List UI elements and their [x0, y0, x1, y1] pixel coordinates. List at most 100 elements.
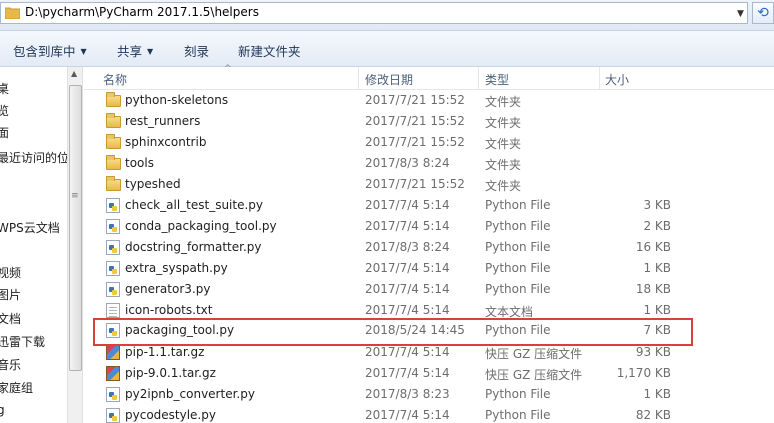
file-type: 快压 GZ 压缩文件	[485, 347, 583, 361]
share-label: 共享	[117, 44, 143, 59]
file-size: 3 KB	[643, 198, 671, 212]
folder-icon	[5, 7, 20, 19]
chevron-down-icon[interactable]: ▼	[737, 9, 747, 19]
folder-icon	[106, 92, 121, 107]
nav-item[interactable]: 面	[0, 124, 9, 141]
text-file-icon	[106, 303, 120, 318]
burn-label: 刻录	[184, 44, 210, 59]
file-name: sphinxcontrib	[125, 135, 207, 149]
sort-ascending-icon: ^	[224, 64, 232, 74]
list-item[interactable]: python-skeletons 2017/7/21 15:52 文件夹	[84, 90, 774, 111]
new-folder-button[interactable]: 新建文件夹	[238, 41, 301, 60]
list-item[interactable]: rest_runners 2017/7/21 15:52 文件夹	[84, 111, 774, 132]
new-folder-label: 新建文件夹	[238, 44, 301, 59]
file-size: 93 KB	[635, 345, 671, 359]
python-file-icon	[106, 261, 120, 276]
column-name[interactable]: 名称	[103, 71, 127, 88]
python-file-icon	[106, 240, 120, 255]
list-item[interactable]: extra_syspath.py 2017/7/4 5:14 Python Fi…	[84, 258, 774, 279]
file-name: docstring_formatter.py	[125, 240, 262, 254]
nav-item-thunder-downloads[interactable]: 迅雷下载	[0, 333, 45, 350]
file-date: 2017/7/4 5:14	[365, 198, 450, 212]
list-item[interactable]: docstring_formatter.py 2017/8/3 8:24 Pyt…	[84, 237, 774, 258]
list-item[interactable]: generator3.py 2017/7/4 5:14 Python File …	[84, 279, 774, 300]
nav-item-recent-places[interactable]: 最近访问的位置	[0, 149, 67, 166]
file-name: generator3.py	[125, 282, 211, 296]
file-type: Python File	[485, 219, 551, 233]
file-date: 2017/7/21 15:52	[365, 93, 465, 107]
highlight-box	[93, 318, 693, 346]
nav-item-music[interactable]: 音乐	[0, 356, 21, 373]
file-type: 文件夹	[485, 137, 522, 151]
file-date: 2017/7/4 5:14	[365, 366, 450, 380]
scrollbar-thumb[interactable]	[69, 85, 82, 371]
file-name: typeshed	[125, 177, 181, 191]
file-date: 2017/7/21 15:52	[365, 114, 465, 128]
file-date: 2017/7/4 5:14	[365, 261, 450, 275]
file-date: 2017/7/21 15:52	[365, 135, 465, 149]
scroll-up-arrow-icon[interactable]: ▲	[71, 69, 77, 78]
folder-icon	[106, 176, 121, 191]
nav-item-homegroup[interactable]: 家庭组	[0, 379, 33, 396]
share-button[interactable]: 共享 ▼	[117, 41, 153, 60]
file-date: 2017/7/4 5:14	[365, 303, 450, 317]
burn-button[interactable]: 刻录	[184, 41, 209, 60]
nav-item-documents[interactable]: 文档	[0, 310, 21, 327]
file-type: 文件夹	[485, 95, 522, 109]
file-type: Python File	[485, 387, 551, 401]
file-date: 2017/8/3 8:24	[365, 156, 450, 170]
file-type: 文件夹	[485, 158, 522, 172]
command-bar: 包含到库中 ▼ 共享 ▼ 刻录 新建文件夹	[0, 31, 774, 67]
list-item[interactable]: check_all_test_suite.py 2017/7/4 5:14 Py…	[84, 195, 774, 216]
list-item[interactable]: tools 2017/8/3 8:24 文件夹	[84, 153, 774, 174]
nav-item-videos[interactable]: 视频	[0, 264, 21, 281]
list-item[interactable]: pip-9.0.1.tar.gz 2017/7/4 5:14 快压 GZ 压缩文…	[84, 363, 774, 384]
column-divider[interactable]	[599, 67, 600, 89]
list-item[interactable]: typeshed 2017/7/21 15:52 文件夹	[84, 174, 774, 195]
column-size[interactable]: 大小	[605, 71, 629, 88]
nav-item[interactable]: 览	[0, 102, 9, 119]
file-size: 16 KB	[635, 240, 671, 254]
file-date: 2017/7/4 5:14	[365, 219, 450, 233]
list-item[interactable]: py2ipnb_converter.py 2017/8/3 8:23 Pytho…	[84, 384, 774, 405]
refresh-icon: ⟲	[757, 5, 769, 21]
file-name: pip-1.1.tar.gz	[125, 345, 205, 359]
column-divider[interactable]	[358, 67, 359, 89]
address-bar[interactable]: D:\pycharm\PyCharm 2017.1.5\helpers ▼	[0, 2, 748, 24]
list-item[interactable]: pycodestyle.py 2017/7/4 5:14 Python File…	[84, 405, 774, 423]
python-file-icon	[106, 198, 120, 213]
file-name: tools	[125, 156, 154, 170]
file-type: Python File	[485, 240, 551, 254]
refresh-button[interactable]: ⟲	[752, 2, 774, 24]
list-item[interactable]: conda_packaging_tool.py 2017/7/4 5:14 Py…	[84, 216, 774, 237]
column-divider[interactable]	[478, 67, 479, 89]
column-type[interactable]: 类型	[485, 71, 509, 88]
nav-item-pictures[interactable]: 图片	[0, 286, 21, 303]
python-file-icon	[106, 219, 120, 234]
file-size: 1,170 KB	[616, 366, 671, 380]
file-name: rest_runners	[125, 114, 201, 128]
column-header-row: ^ 名称 修改日期 类型 大小	[84, 64, 774, 90]
column-date[interactable]: 修改日期	[365, 71, 413, 88]
file-type: Python File	[485, 198, 551, 212]
file-type: Python File	[485, 282, 551, 296]
folder-icon	[106, 155, 121, 170]
list-item[interactable]: sphinxcontrib 2017/7/21 15:52 文件夹	[84, 132, 774, 153]
nav-item-wps-cloud[interactable]: WPS云文档	[0, 219, 60, 236]
python-file-icon	[106, 408, 120, 423]
nav-item[interactable]: g	[0, 403, 5, 417]
file-type: 快压 GZ 压缩文件	[485, 368, 583, 382]
nav-scrollbar[interactable]: ▲ ≡	[67, 67, 83, 423]
python-file-icon	[106, 282, 120, 297]
file-type: Python File	[485, 261, 551, 275]
file-list: python-skeletons 2017/7/21 15:52 文件夹 res…	[84, 90, 774, 423]
file-date: 2017/7/21 15:52	[365, 177, 465, 191]
file-type: 文件夹	[485, 179, 522, 193]
file-date: 2017/8/3 8:23	[365, 387, 450, 401]
address-path[interactable]: D:\pycharm\PyCharm 2017.1.5\helpers	[25, 5, 259, 19]
nav-item[interactable]: 桌	[0, 80, 9, 97]
file-type: Python File	[485, 408, 551, 422]
include-in-library-button[interactable]: 包含到库中 ▼	[13, 41, 87, 60]
file-date: 2017/7/4 5:14	[365, 345, 450, 359]
file-name: check_all_test_suite.py	[125, 198, 264, 212]
